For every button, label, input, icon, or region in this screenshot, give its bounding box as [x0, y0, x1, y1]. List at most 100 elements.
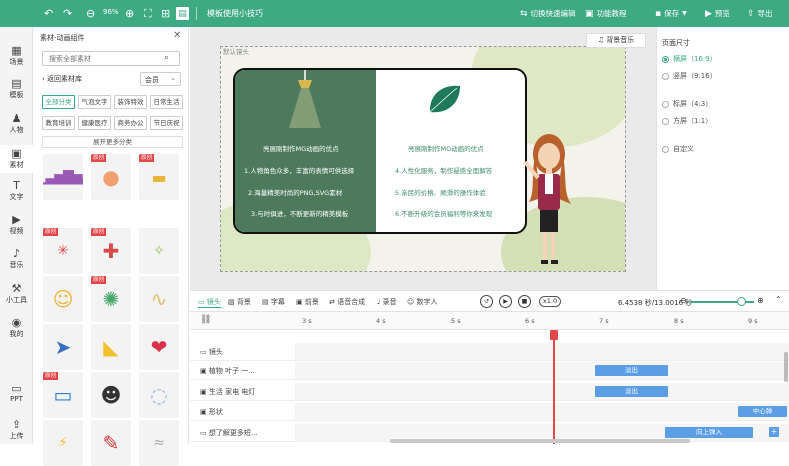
member-select[interactable]: 会员 ⌄: [140, 72, 181, 86]
rewind-button[interactable]: ↺: [480, 295, 493, 308]
export-button[interactable]: ⇪ 导出: [747, 6, 773, 21]
size-option-standard[interactable]: 标屏（4:3）: [662, 99, 712, 109]
material-thumb[interactable]: 原创 ✺: [91, 276, 131, 322]
category-bubble-text[interactable]: 气泡文字: [78, 95, 111, 109]
track-lane[interactable]: 淡出: [295, 383, 789, 400]
save-button[interactable]: ▪ 保存 ▼: [655, 6, 687, 21]
redo-icon[interactable]: ↷: [63, 6, 72, 21]
animation-clip[interactable]: 中心弹: [738, 406, 787, 417]
grid-icon[interactable]: ⊞: [161, 6, 170, 21]
animation-clip[interactable]: 淡出: [595, 386, 668, 397]
material-thumb[interactable]: ❤: [139, 324, 179, 370]
slider-knob[interactable]: [737, 297, 746, 306]
material-thumb[interactable]: ➤: [43, 324, 83, 370]
background-music-button[interactable]: ♫ 背景音乐: [586, 33, 646, 48]
material-thumb[interactable]: ▁▃▅▇▅▃: [43, 154, 83, 200]
category-daily-life[interactable]: 日常生活: [150, 95, 183, 109]
nav-item-text[interactable]: T 文字: [0, 180, 33, 202]
layout-icon[interactable]: ▤: [176, 7, 189, 20]
back-to-library-link[interactable]: ‹ 返回素材库: [42, 74, 82, 84]
zoom-in-icon[interactable]: ⊕: [757, 296, 764, 305]
nav-item-tools[interactable]: ⚒ 小工具: [0, 283, 33, 305]
category-education[interactable]: 教育培训: [42, 116, 75, 130]
nav-item-mine[interactable]: ◉ 我的: [0, 317, 33, 339]
nav-item-video[interactable]: ▶ 视频: [0, 214, 33, 236]
nav-item-music[interactable]: ♪ 音乐: [0, 248, 33, 270]
track-row[interactable]: ▣ 形状 中心弹: [190, 403, 789, 421]
material-thumb[interactable]: ☻: [91, 372, 131, 418]
nav-item-ppt[interactable]: ▭ PPT: [0, 383, 33, 404]
tab-foreground[interactable]: ▣ 前景: [296, 297, 319, 307]
nav-item-character[interactable]: ♟ 人物: [0, 113, 33, 135]
category-festival[interactable]: 节日庆祝: [150, 116, 183, 130]
material-thumb[interactable]: ✎: [91, 420, 131, 466]
track-row[interactable]: ▣ 植物 叶子 一... 淡出: [190, 362, 789, 380]
speed-button[interactable]: x1.0: [539, 296, 561, 307]
size-option-custom[interactable]: 自定义: [662, 144, 694, 154]
animation-clip[interactable]: 淡出: [595, 365, 668, 376]
content-board[interactable]: 亮展刚制作MG动画的优点 1.人物角色众多，丰富的表情可供选择 2.海量精美时尚…: [233, 68, 527, 234]
scene-stage[interactable]: 默认镜头 亮展刚制作MG动画的优点 1.人物角色众多，丰富的表情可供选择 2.海…: [220, 46, 626, 272]
category-all[interactable]: 全部分类: [42, 95, 75, 109]
search-icon[interactable]: ⌕: [164, 53, 169, 63]
material-thumb[interactable]: ◣: [91, 324, 131, 370]
material-thumb[interactable]: ◌: [139, 372, 179, 418]
material-thumb[interactable]: ≈: [139, 420, 179, 466]
character-woman[interactable]: [521, 132, 581, 272]
tab-recording[interactable]: ♩ 录音: [377, 297, 397, 307]
material-thumb[interactable]: ⚡: [43, 420, 83, 466]
material-thumb[interactable]: 原创 ▭: [43, 372, 83, 418]
track-lane[interactable]: [295, 343, 789, 360]
playhead[interactable]: [553, 332, 555, 444]
document-title[interactable]: 模板使用小技巧: [207, 8, 263, 19]
add-icon[interactable]: +: [769, 427, 779, 437]
tutorial-button[interactable]: ▣ 功能教程: [585, 6, 627, 21]
size-option-square[interactable]: 方屏（1:1）: [662, 116, 712, 126]
nav-item-upload[interactable]: ⇪ 上传: [0, 419, 33, 441]
category-health[interactable]: 健康医疗: [78, 116, 111, 130]
snap-icon[interactable]: ⛓: [200, 315, 211, 325]
timeline-scrollbar[interactable]: [390, 439, 690, 443]
material-thumb[interactable]: ∿: [139, 276, 179, 322]
tab-digital-human[interactable]: ☺ 数字人: [407, 297, 438, 307]
category-business[interactable]: 商务办公: [114, 116, 147, 130]
tracks-scrollbar[interactable]: [784, 352, 788, 382]
fit-screen-icon[interactable]: ⛶: [144, 6, 152, 21]
category-decoration[interactable]: 装饰特效: [114, 95, 147, 109]
track-row[interactable]: ▭ 镜头: [190, 343, 789, 361]
timeline-zoom-slider[interactable]: [690, 297, 754, 306]
time-ruler[interactable]: ⛓ 3 s 4 s 5 s 6 s 7 s 8 s 9 s: [190, 312, 789, 330]
undo-icon[interactable]: ↶: [44, 6, 53, 21]
stop-button[interactable]: ■: [518, 295, 531, 308]
zoom-level: 96%: [103, 8, 119, 16]
switch-quick-edit-button[interactable]: ⇆ 切换快速编辑: [520, 6, 576, 21]
material-thumb[interactable]: 原创 ✚: [91, 228, 131, 274]
tab-speech-synthesis[interactable]: ⇄ 语音合成: [329, 297, 365, 307]
preview-button[interactable]: ▶ 预览: [705, 6, 730, 21]
expand-categories-button[interactable]: 展开更多分类: [42, 136, 183, 148]
zoom-in-icon[interactable]: ⊕: [125, 6, 134, 21]
search-input[interactable]: [42, 51, 180, 66]
zoom-out-icon[interactable]: ⊖: [86, 6, 95, 21]
close-icon[interactable]: ✕: [173, 30, 181, 41]
size-option-portrait[interactable]: 竖屏（9:16）: [662, 71, 717, 81]
material-thumb[interactable]: ☺: [43, 276, 83, 322]
tab-subtitle[interactable]: ▤ 字幕: [262, 297, 285, 307]
material-thumb[interactable]: 原创 ✳: [43, 228, 83, 274]
material-thumb[interactable]: 原创 ▬: [139, 154, 179, 200]
tab-background[interactable]: ▨ 背景: [228, 297, 251, 307]
size-option-landscape[interactable]: 横屏（16:9）: [662, 54, 717, 64]
nav-item-template[interactable]: ▤ 模板: [0, 78, 33, 100]
zoom-out-icon[interactable]: ⊖: [680, 296, 687, 305]
material-thumb[interactable]: ✧: [139, 228, 179, 274]
collapse-icon[interactable]: ⌃: [775, 295, 782, 304]
play-button[interactable]: ▶: [499, 295, 512, 308]
material-thumb[interactable]: 原创 ●: [91, 154, 131, 200]
nav-item-material[interactable]: ▣ 素材: [0, 145, 33, 173]
tab-camera[interactable]: ▭ 镜头: [198, 297, 221, 308]
animation-clip[interactable]: 向上弹入: [665, 427, 753, 438]
track-lane[interactable]: 淡出: [295, 362, 789, 379]
nav-item-scene[interactable]: ▦ 场景: [0, 45, 33, 67]
track-lane[interactable]: 中心弹: [295, 403, 789, 420]
track-row[interactable]: ▣ 生活 家电 电灯 淡出: [190, 383, 789, 401]
